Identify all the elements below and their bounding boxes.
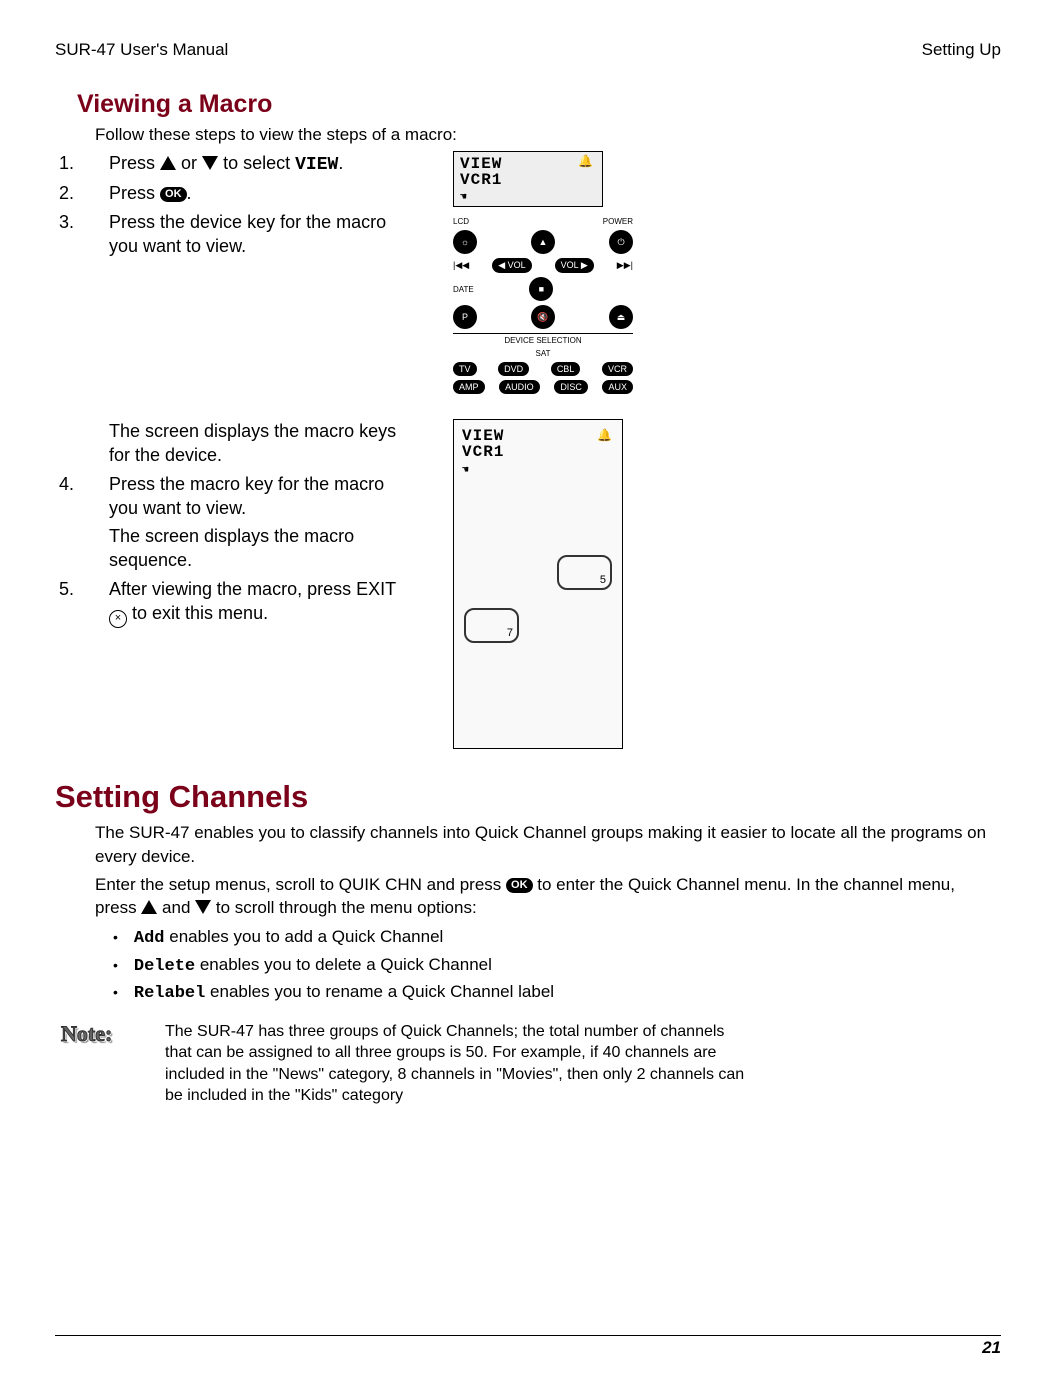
step-1: 1. Press or to select VIEW.: [55, 151, 415, 177]
channels-bullets: Add enables you to add a Quick Channel D…: [113, 924, 1001, 1007]
viewing-intro: Follow these steps to view the steps of …: [95, 125, 1001, 145]
lcd-button-icon: ☼: [453, 230, 477, 254]
triangle-down-icon-2: [195, 900, 211, 914]
lcd-display: VIEW VCR1 ☚ 🔔: [453, 151, 603, 207]
audio-button-icon: AUDIO: [499, 380, 540, 394]
post-step-4-a: . The screen displays the macro sequence…: [55, 524, 415, 573]
eject-button-icon: ⏏: [609, 305, 633, 329]
remote-button-grid: LCD POWER ☼ ▲ ⏻ |◀◀ ◀ VOL VOL ▶ ▶▶| DATE: [453, 217, 633, 394]
step-3-text: Press the device key for the macro you w…: [109, 210, 415, 259]
lcd2-line-1: VIEW: [462, 428, 614, 444]
bell-icon-2: 🔔: [597, 428, 612, 442]
ok-button-icon: OK: [160, 187, 187, 202]
exit-button-icon: ×: [109, 610, 127, 628]
step-5-number: 5.: [59, 577, 85, 601]
step-1-text: Press or to select VIEW.: [109, 151, 343, 177]
remote-figure-1: VIEW VCR1 ☚ 🔔 LCD POWER ☼ ▲ ⏻ |◀◀ ◀: [453, 151, 633, 411]
step-2-number: 2.: [59, 181, 85, 205]
page-header: SUR-47 User's Manual Setting Up: [55, 40, 1001, 60]
power-label: POWER: [603, 217, 633, 226]
heading-viewing-macro: Viewing a Macro: [77, 90, 1001, 119]
step-3: 3. Press the device key for the macro yo…: [55, 210, 415, 259]
page-number: 21: [55, 1338, 1001, 1358]
device-selection-label: DEVICE SELECTION: [453, 333, 633, 345]
step-4-text: Press the macro key for the macro you wa…: [109, 472, 415, 521]
vcr-button-icon: VCR: [602, 362, 633, 376]
skip-back-icon: |◀◀: [453, 260, 469, 271]
note-text: The SUR-47 has three groups of Quick Cha…: [165, 1021, 745, 1107]
step-1-number: 1.: [59, 151, 85, 175]
channels-p2: Enter the setup menus, scroll to QUIK CH…: [95, 873, 1001, 921]
amp-button-icon: AMP: [453, 380, 485, 394]
header-right: Setting Up: [922, 40, 1001, 60]
note-block: Note: The SUR-47 has three groups of Qui…: [61, 1021, 1001, 1107]
bullet-delete: Delete enables you to delete a Quick Cha…: [113, 952, 1001, 980]
hand-pointer-icon-2: ☚: [462, 465, 470, 477]
cbl-button-icon: CBL: [551, 362, 581, 376]
bell-icon: 🔔: [578, 156, 594, 168]
power-button-icon: ⏻: [609, 230, 633, 254]
lcd-line-1: VIEW: [460, 156, 596, 172]
sat-label: SAT: [453, 349, 633, 358]
vol-down-icon: ◀ VOL: [492, 258, 531, 273]
channels-p1: The SUR-47 enables you to classify chann…: [95, 821, 1001, 869]
date-button-icon: P: [453, 305, 477, 329]
hand-pointer-icon: ☚: [460, 192, 468, 204]
header-left: SUR-47 User's Manual: [55, 40, 228, 60]
lcd2-line-2: VCR1: [462, 444, 614, 460]
step-5: 5. After viewing the macro, press EXIT ×…: [55, 577, 415, 628]
triangle-down-icon: [202, 156, 218, 170]
step-2-text: Press OK.: [109, 181, 192, 205]
ch-up-button-icon: ▲: [531, 230, 555, 254]
remote-figure-2: VIEW VCR1 ☚ 🔔 5 7: [453, 419, 623, 749]
step-3-number: 3.: [59, 210, 85, 234]
ok-button-icon-2: OK: [506, 878, 533, 893]
triangle-up-icon: [160, 156, 176, 170]
mute-button-icon: 🔇: [531, 305, 555, 329]
note-label: Note:: [61, 1021, 141, 1107]
lcd-label: LCD: [453, 217, 469, 226]
step-2: 2. Press OK.: [55, 181, 415, 205]
step-4: 4. Press the macro key for the macro you…: [55, 472, 415, 521]
disc-button-icon: DISC: [554, 380, 588, 394]
viewing-steps: 1. Press or to select VIEW. 2. Press OK.: [55, 151, 415, 258]
view-keyword: VIEW: [295, 155, 338, 175]
post-step-3-a: . The screen displays the macro keys for…: [55, 419, 415, 468]
heading-setting-channels: Setting Channels: [55, 779, 1001, 815]
vol-up-icon: VOL ▶: [555, 258, 594, 273]
tv-button-icon: TV: [453, 362, 477, 376]
step-4-number: 4.: [59, 472, 85, 496]
bullet-add: Add enables you to add a Quick Channel: [113, 924, 1001, 952]
skip-fwd-icon: ▶▶|: [617, 260, 633, 271]
footer-rule: [55, 1335, 1001, 1336]
page-footer: 21: [55, 1335, 1001, 1358]
triangle-up-icon-2: [141, 900, 157, 914]
macro-key-7: 7: [464, 608, 519, 643]
ch-down-button-icon: ■: [529, 277, 553, 301]
aux-button-icon: AUX: [602, 380, 633, 394]
step-5-text: After viewing the macro, press EXIT × to…: [109, 577, 415, 628]
macro-key-5: 5: [557, 555, 612, 590]
dvd-button-icon: DVD: [498, 362, 529, 376]
lcd-line-2: VCR1: [460, 172, 596, 188]
bullet-relabel: Relabel enables you to rename a Quick Ch…: [113, 979, 1001, 1007]
date-label: DATE: [453, 285, 474, 294]
